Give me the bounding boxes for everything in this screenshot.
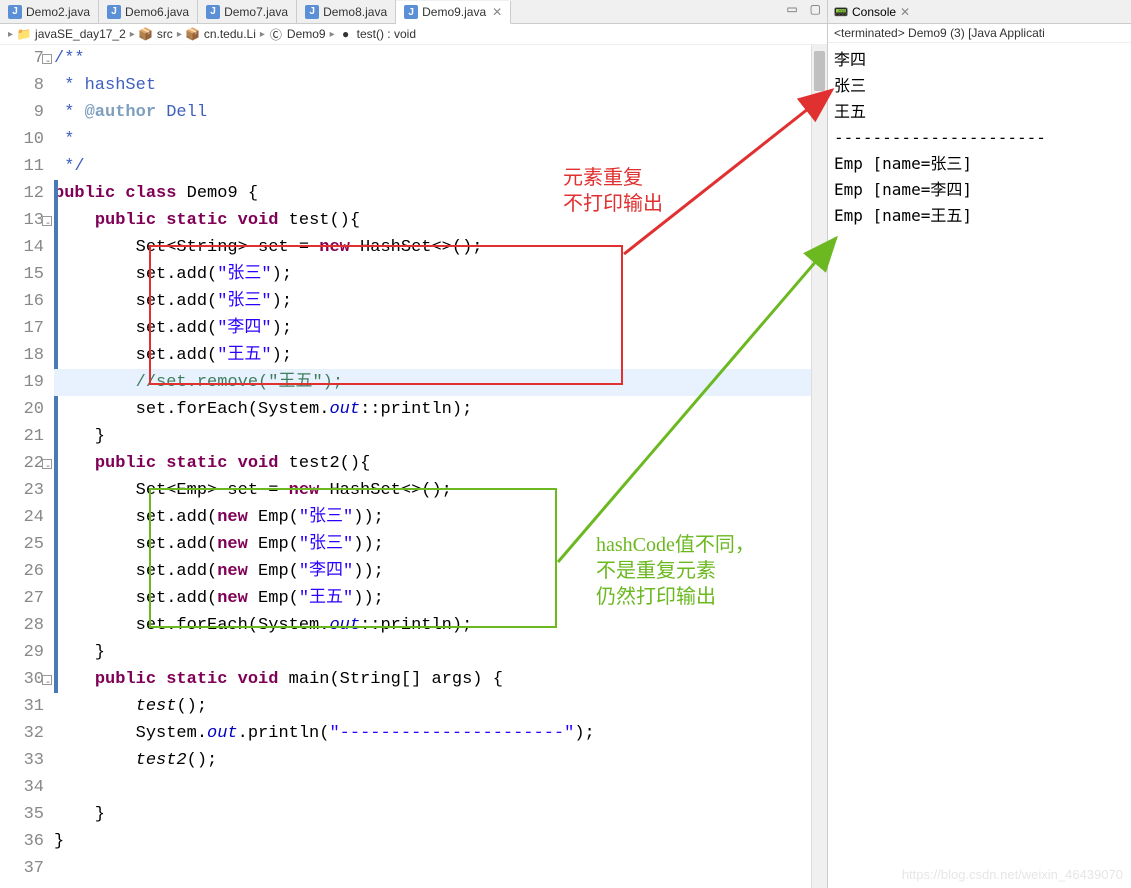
editor-pane: J Demo2.java J Demo6.java J Demo7.java J Dem… <box>0 0 828 888</box>
chevron-right-icon: ▸ <box>330 29 335 40</box>
tab-label: Demo9.java <box>422 5 486 19</box>
breadcrumb-method[interactable]: test() : void <box>357 27 416 41</box>
console-tab[interactable]: 📟 Console ✕ <box>828 0 1131 24</box>
watermark: https://blog.csdn.net/weixin_46439070 <box>902 867 1123 882</box>
console-icon: 📟 <box>834 5 848 19</box>
package-icon: 📦 <box>139 27 153 41</box>
chevron-right-icon: ▸ <box>8 29 13 40</box>
java-file-icon: J <box>206 5 220 19</box>
editor-tabs: J Demo2.java J Demo6.java J Demo7.java J Dem… <box>0 0 827 24</box>
breadcrumb-src[interactable]: src <box>157 27 173 41</box>
code-editor[interactable]: 7891011121314151617181920212223242526272… <box>0 45 827 888</box>
console-output[interactable]: 李四 张三 王五 ---------------------- Emp [nam… <box>828 43 1131 888</box>
java-file-icon: J <box>107 5 121 19</box>
chevron-right-icon: ▸ <box>260 29 265 40</box>
breadcrumb-package[interactable]: cn.tedu.Li <box>204 27 256 41</box>
console-title: Console <box>852 5 896 19</box>
code-body[interactable]: /** * hashSet * @author Dell * */public … <box>52 45 811 888</box>
method-icon: ● <box>339 27 353 41</box>
close-icon[interactable]: ✕ <box>492 5 502 19</box>
vertical-scrollbar[interactable] <box>811 45 827 888</box>
package-icon: 📦 <box>186 27 200 41</box>
class-icon: Ⓒ <box>269 27 283 41</box>
breadcrumb[interactable]: ▸ 📁 javaSE_day17_2 ▸ 📦 src ▸ 📦 cn.tedu.Li ▸… <box>0 24 827 45</box>
java-file-icon: J <box>404 5 418 19</box>
tab-label: Demo6.java <box>125 5 189 19</box>
project-icon: 📁 <box>17 27 31 41</box>
tab-label: Demo8.java <box>323 5 387 19</box>
console-pane: 📟 Console ✕ <terminated> Demo9 (3) [Java… <box>828 0 1131 888</box>
line-gutter: 7891011121314151617181920212223242526272… <box>0 45 52 888</box>
console-status: <terminated> Demo9 (3) [Java Applicati <box>828 24 1131 43</box>
maximize-icon[interactable]: ▢ <box>804 0 827 23</box>
tab-demo6[interactable]: J Demo6.java <box>99 0 198 23</box>
chevron-right-icon: ▸ <box>130 29 135 40</box>
tab-demo9[interactable]: J Demo9.java ✕ <box>396 1 511 24</box>
tab-label: Demo2.java <box>26 5 90 19</box>
tab-demo8[interactable]: J Demo8.java <box>297 0 396 23</box>
breadcrumb-class[interactable]: Demo9 <box>287 27 326 41</box>
java-file-icon: J <box>8 5 22 19</box>
scroll-thumb[interactable] <box>814 51 825 91</box>
minimize-icon[interactable]: ▭ <box>780 0 803 23</box>
tab-demo2[interactable]: J Demo2.java <box>0 0 99 23</box>
chevron-right-icon: ▸ <box>177 29 182 40</box>
tab-demo7[interactable]: J Demo7.java <box>198 0 297 23</box>
breadcrumb-project[interactable]: javaSE_day17_2 <box>35 27 126 41</box>
tab-label: Demo7.java <box>224 5 288 19</box>
java-file-icon: J <box>305 5 319 19</box>
close-icon[interactable]: ✕ <box>900 5 910 19</box>
